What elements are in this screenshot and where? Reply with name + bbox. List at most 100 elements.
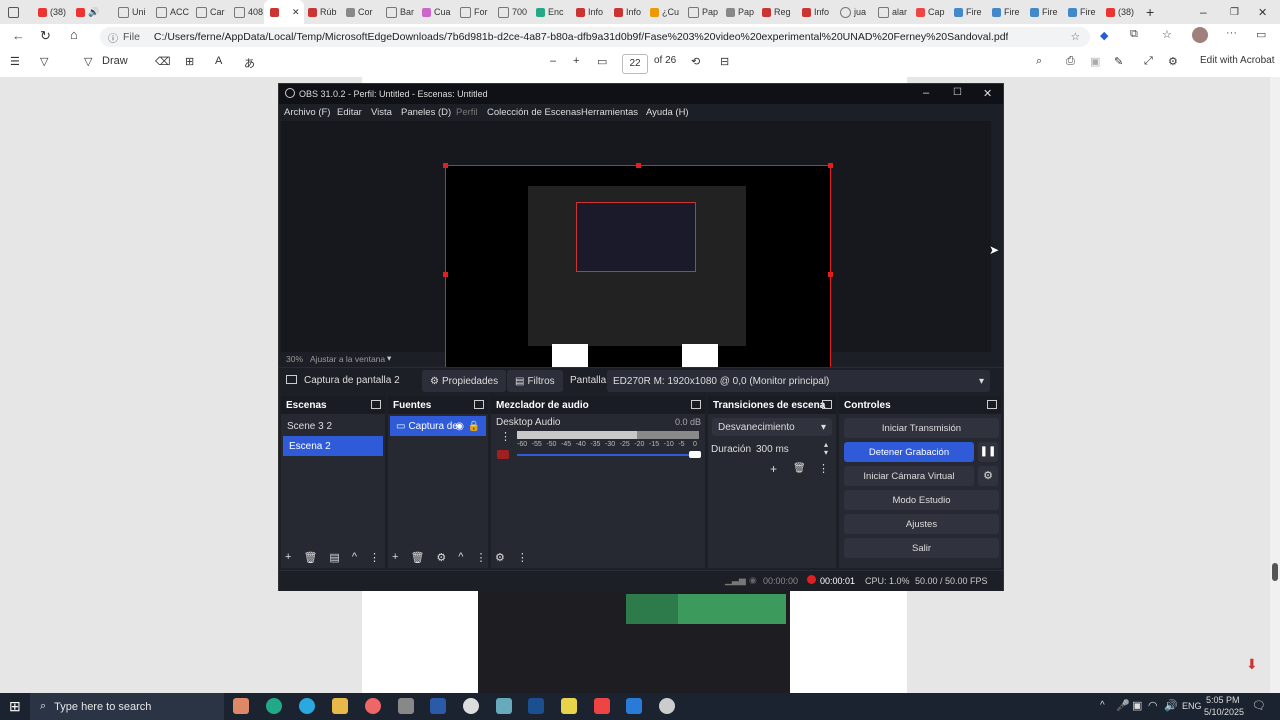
taskbar-search[interactable]: ⌕ Type here to search: [30, 693, 224, 720]
text-icon[interactable]: ⊞: [185, 55, 194, 68]
tab-27[interactable]: Fire: [1068, 3, 1096, 21]
app-icon-capcut[interactable]: [561, 698, 577, 714]
save-icon[interactable]: ▣: [1090, 55, 1100, 68]
tab-7[interactable]: Rúb: [308, 3, 337, 21]
url-text[interactable]: C:/Users/ferne/AppData/Local/Temp/Micros…: [154, 31, 1009, 43]
fit-to-window-label[interactable]: Ajustar a la ventana: [310, 354, 385, 364]
screen-capture-preview[interactable]: [443, 163, 833, 383]
more-icon[interactable]: ⋮: [369, 551, 380, 564]
tab-0[interactable]: (38): [38, 3, 66, 21]
mute-icon[interactable]: [497, 450, 509, 459]
studio-mode-button[interactable]: Modo Estudio: [844, 490, 999, 510]
exit-button[interactable]: Salir: [844, 538, 999, 558]
tab-10[interactable]: Cua: [422, 3, 451, 21]
highlight-icon[interactable]: ▽: [40, 55, 48, 68]
undock-icon[interactable]: [474, 400, 484, 409]
app-icon-obs[interactable]: [463, 698, 479, 714]
tab-4[interactable]: Car: [196, 3, 225, 21]
obs-close-icon[interactable]: ✕: [983, 87, 992, 100]
windows-start-icon[interactable]: ⊞: [9, 698, 21, 715]
tab-25[interactable]: Fire: [992, 3, 1020, 21]
app-icon-app[interactable]: [496, 698, 512, 714]
read-aloud-icon[interactable]: A: [215, 55, 222, 67]
volume-slider[interactable]: [517, 451, 701, 458]
add-icon[interactable]: +: [285, 551, 291, 564]
language-indicator[interactable]: ENG: [1182, 701, 1202, 711]
url-bar[interactable]: ⓘ File C:/Users/ferne/AppData/Local/Temp…: [100, 27, 1090, 47]
transition-select[interactable]: Desvanecimiento ▾: [712, 418, 832, 436]
fit-page-icon[interactable]: ▭: [597, 55, 607, 68]
trash-icon[interactable]: 🗑: [303, 551, 317, 564]
gear-icon[interactable]: ⚙: [436, 551, 446, 564]
edit-with-acrobat-button[interactable]: Edit with Acrobat: [1200, 55, 1274, 66]
menu-vista[interactable]: Vista: [371, 107, 392, 118]
scene-item-selected[interactable]: Escena 2: [283, 436, 383, 456]
tab-active[interactable]: ✕: [264, 0, 304, 24]
app-icon-window[interactable]: [398, 698, 414, 714]
tab-1[interactable]: 🔊: [76, 3, 99, 21]
obs-minimize-icon[interactable]: –: [923, 87, 929, 99]
obs-maximize-icon[interactable]: ☐: [953, 87, 962, 98]
close-tab-icon[interactable]: ✕: [292, 7, 300, 18]
copilot-icon[interactable]: ◆: [1100, 29, 1108, 42]
track-menu-icon[interactable]: ⋮: [500, 430, 511, 443]
undock-icon[interactable]: [691, 400, 701, 409]
fullscreen-icon[interactable]: ⤢: [1144, 55, 1153, 68]
app-icon-widgets[interactable]: [233, 698, 249, 714]
menu-paneles[interactable]: Paneles (D): [401, 107, 451, 118]
tab-28[interactable]: (38): [1106, 3, 1134, 21]
tab-8[interactable]: Cor: [346, 3, 373, 21]
more-icon[interactable]: ⋮: [517, 551, 528, 564]
tab-14[interactable]: Info: [576, 3, 603, 21]
translate-icon[interactable]: あ: [244, 55, 255, 71]
menu-herramientas[interactable]: Herramientas: [581, 107, 638, 118]
home-icon[interactable]: ⌂: [70, 27, 78, 42]
close-window-icon[interactable]: ✕: [1258, 3, 1267, 21]
more-icon[interactable]: ⋮: [818, 462, 829, 475]
scene-item[interactable]: Scene 3 2: [281, 416, 385, 436]
microphone-icon[interactable]: 🎤: [1116, 699, 1130, 712]
tab-15[interactable]: Info: [614, 3, 641, 21]
menu-perfil[interactable]: Perfil: [456, 107, 478, 118]
app-icon-edge[interactable]: [266, 698, 282, 714]
maximize-icon[interactable]: ❐: [1230, 3, 1239, 21]
tab-13[interactable]: Enc: [536, 3, 564, 21]
refresh-icon[interactable]: ↻: [40, 28, 51, 44]
favorite-star-icon[interactable]: ☆: [1071, 31, 1080, 43]
lock-icon[interactable]: 🔒: [468, 421, 480, 432]
tab-16[interactable]: ¿Cu: [650, 3, 679, 21]
app-icon-explorer[interactable]: [332, 698, 348, 714]
duration-input[interactable]: 300 ms ▴ ▾: [752, 440, 832, 458]
obs-preview[interactable]: ➤: [281, 121, 999, 383]
monitor-select[interactable]: ED270R M: 1920x1080 @ 0,0 (Monitor princ…: [607, 370, 990, 392]
eye-icon[interactable]: ◉: [455, 421, 464, 432]
volume-slider-handle[interactable]: [689, 451, 701, 458]
pause-recording-button[interactable]: ❚❚: [978, 442, 998, 462]
tab-2[interactable]: Uni: [118, 3, 146, 21]
app-icon-obs-active[interactable]: [659, 698, 675, 714]
volume-icon[interactable]: 🔊: [1164, 699, 1178, 712]
rotate-icon[interactable]: ⟲: [691, 55, 700, 68]
start-streaming-button[interactable]: Iniciar Transmisión: [844, 418, 999, 438]
page-view-icon[interactable]: ⊟: [720, 55, 729, 68]
tab-23[interactable]: Cap: [916, 3, 945, 21]
erase-icon[interactable]: ⌫: [155, 55, 171, 68]
undock-icon[interactable]: [822, 400, 832, 409]
clock-date[interactable]: 5/10/2025: [1204, 707, 1244, 717]
settings-button[interactable]: Ajustes: [844, 514, 999, 534]
search-icon[interactable]: ⌕: [1036, 55, 1042, 68]
tab-9[interactable]: Bar: [386, 3, 414, 21]
app-icon-word[interactable]: [430, 698, 446, 714]
tab-24[interactable]: Fire: [954, 3, 982, 21]
network-icon[interactable]: ▣: [1132, 699, 1142, 712]
chevron-up-icon[interactable]: ^: [1100, 700, 1105, 711]
tab-20[interactable]: Info: [802, 3, 829, 21]
undock-icon[interactable]: [987, 400, 997, 409]
tab-17[interactable]: Pap: [688, 3, 718, 21]
edge-sidebar-icon[interactable]: ▭: [1256, 28, 1266, 41]
more-options-icon[interactable]: ···: [1226, 27, 1237, 39]
app-icon-telegram[interactable]: [299, 698, 315, 714]
acrobat-icon[interactable]: ⬇: [1246, 656, 1258, 673]
menu-coleccion[interactable]: Colección de Escenas: [487, 107, 581, 118]
trash-icon[interactable]: 🗑: [410, 551, 424, 564]
